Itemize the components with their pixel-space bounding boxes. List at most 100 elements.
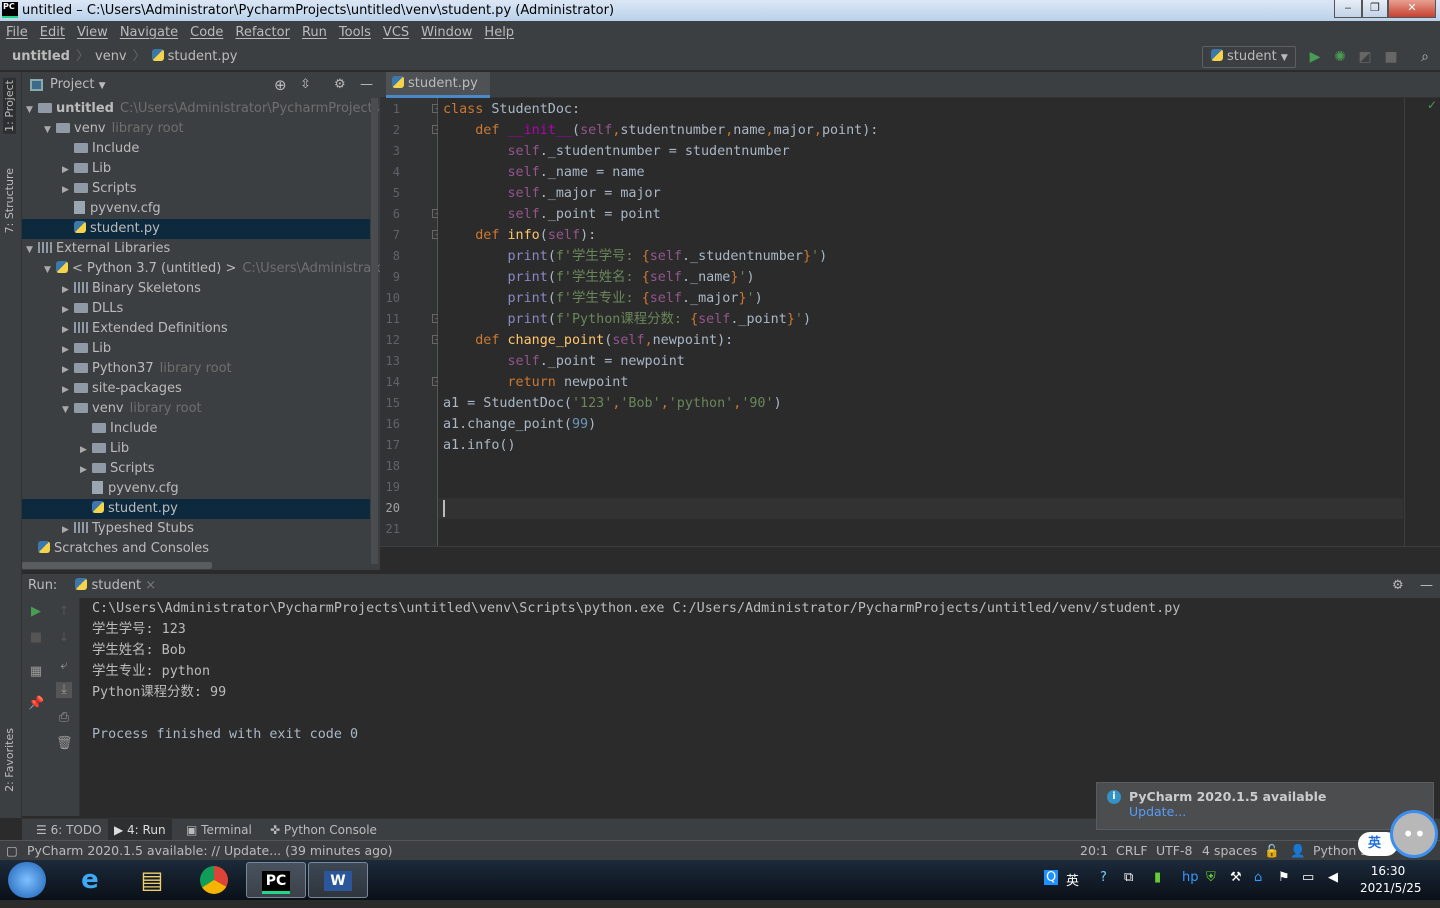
gear-icon[interactable]: ⚙ [334, 72, 346, 98]
chevron-right-icon[interactable]: ▶ [62, 180, 74, 200]
tree-item[interactable]: ▶ DLLs [22, 299, 370, 319]
tree-item[interactable]: pyvenv.cfg [22, 479, 370, 499]
menu-help[interactable]: Help [484, 25, 514, 40]
code-line[interactable]: print(f'学生专业: {self._major}') [443, 288, 763, 309]
menu-vcs[interactable]: VCS [383, 25, 409, 40]
window-icon[interactable]: ⧉ [1124, 870, 1133, 885]
qq-input-icon[interactable]: Q [1044, 870, 1059, 885]
horizontal-scrollbar[interactable] [22, 562, 212, 569]
tree-item[interactable]: student.py [22, 219, 370, 239]
todo-tab[interactable]: ☰ 6: TODO [30, 819, 108, 841]
close-tab-icon[interactable]: × [145, 578, 156, 593]
chevron-right-icon[interactable]: ▶ [62, 360, 74, 380]
code-line[interactable]: def __init__(self,studentnumber,name,maj… [443, 120, 878, 141]
start-button[interactable] [8, 862, 46, 898]
code-editor[interactable]: class StudentDoc: def __init__(self,stud… [438, 98, 1440, 546]
search-icon[interactable]: ⌕ [1416, 48, 1434, 66]
tree-item[interactable]: Include [22, 419, 370, 439]
menu-view[interactable]: View [77, 25, 108, 40]
menu-window[interactable]: Window [421, 25, 472, 40]
maximize-button[interactable]: ❐ [1362, 0, 1388, 18]
soft-wrap-icon[interactable]: ⤶ [56, 658, 72, 674]
chrome-taskbar-icon[interactable] [184, 862, 244, 898]
code-line[interactable]: a1.info() [443, 435, 516, 456]
vertical-scrollbar[interactable] [371, 98, 378, 564]
tree-item[interactable]: ▼ venv library root [22, 119, 370, 139]
tree-item[interactable]: ▶ Extended Definitions [22, 319, 370, 339]
tree-item[interactable]: ▼ External Libraries [22, 239, 370, 259]
code-line[interactable]: a1 = StudentDoc('123','Bob','python','90… [443, 393, 782, 414]
run-tab[interactable]: ▶ 4: Run [108, 819, 172, 841]
ie-taskbar-icon[interactable]: e [60, 862, 120, 898]
home-icon[interactable]: ⌂ [1254, 870, 1262, 885]
network-tool-icon[interactable]: ⚒ [1230, 870, 1242, 885]
trash-icon[interactable]: 🗑 [56, 736, 73, 752]
tree-item[interactable]: ▼ < Python 3.7 (untitled) > C:\Users\Admin… [22, 259, 380, 280]
tree-item[interactable]: Scratches and Consoles [22, 539, 370, 559]
rerun-icon[interactable]: ▶ [28, 604, 44, 620]
usb-icon[interactable]: ▮ [1154, 870, 1161, 885]
code-line[interactable]: return newpoint [443, 372, 629, 393]
chevron-down-icon[interactable]: ▼ [44, 260, 56, 280]
tree-item[interactable]: ▶ Python37 library root [22, 359, 370, 379]
code-line[interactable]: def info(self): [443, 225, 596, 246]
layout-icon[interactable]: ▦ [28, 664, 44, 680]
chevron-right-icon[interactable]: ▶ [62, 300, 74, 320]
volume-icon[interactable]: ◀ [1328, 870, 1338, 885]
collapse-all-icon[interactable]: ⇳ [300, 72, 311, 98]
structure-tool-tab[interactable]: 7: Structure [3, 168, 16, 233]
code-line[interactable]: print(f'学生学号: {self._studentnumber}') [443, 246, 828, 267]
hide-icon[interactable]: — [360, 72, 373, 98]
menu-navigate[interactable]: Navigate [120, 25, 178, 40]
status-toggle-icon[interactable]: ▢ [6, 841, 18, 860]
lock-icon[interactable]: 🔓 [1264, 841, 1280, 860]
tree-item[interactable]: Include [22, 139, 370, 159]
clock[interactable]: 16:30 2021/5/25 [1360, 863, 1422, 897]
gear-icon[interactable]: ⚙ [1392, 574, 1404, 598]
tree-item[interactable]: ▼ venv library root [22, 399, 370, 419]
pycharm-taskbar-icon[interactable]: PC [246, 862, 306, 898]
code-line[interactable]: self._point = newpoint [443, 351, 685, 372]
chevron-down-icon[interactable]: ▼ [26, 240, 38, 260]
pin-icon[interactable]: 📌 [28, 696, 44, 712]
tree-item[interactable]: ▶ Lib [22, 439, 370, 459]
stop-icon[interactable]: ■ [1382, 48, 1400, 66]
tree-item[interactable]: ▶ Lib [22, 339, 370, 359]
breadcrumb-venv[interactable]: venv [95, 49, 127, 64]
locate-icon[interactable]: ⊕ [274, 72, 287, 98]
chevron-right-icon[interactable]: ▶ [80, 460, 92, 480]
tree-item[interactable]: ▶ Binary Skeletons [22, 279, 370, 299]
chevron-down-icon[interactable]: ▼ [44, 120, 56, 140]
status-message[interactable]: PyCharm 2020.1.5 available: // Update...… [27, 841, 393, 860]
close-button[interactable]: ✕ [1388, 0, 1436, 18]
down-icon[interactable]: ↓ [56, 630, 72, 646]
breadcrumb-file[interactable]: student.py [168, 49, 238, 64]
action-center-flag-icon[interactable]: ⚑ [1278, 870, 1290, 885]
run-config-select[interactable]: student ▼ [1202, 46, 1296, 68]
code-line[interactable]: self._major = major [443, 183, 661, 204]
hide-icon[interactable]: — [1420, 574, 1433, 598]
run-tab-student[interactable]: student [91, 578, 141, 593]
chevron-down-icon[interactable]: ▼ [26, 100, 38, 120]
tree-item[interactable]: ▶ site-packages [22, 379, 370, 399]
explorer-taskbar-icon[interactable]: ▤ [122, 862, 182, 898]
terminal-tab[interactable]: ▣ Terminal [180, 819, 258, 841]
word-taskbar-icon[interactable]: W [308, 862, 368, 898]
up-icon[interactable]: ↑ [56, 604, 72, 620]
editor-scrollbar[interactable]: ✓ [1404, 98, 1440, 546]
tree-item[interactable]: ▶ Typeshed Stubs [22, 519, 370, 539]
breadcrumb-project[interactable]: untitled [12, 49, 70, 64]
print-icon[interactable]: ⎙ [56, 710, 72, 726]
tree-item[interactable]: pyvenv.cfg [22, 199, 370, 219]
menu-refactor[interactable]: Refactor [235, 25, 290, 40]
menu-tools[interactable]: Tools [339, 25, 371, 40]
menu-file[interactable]: File [6, 25, 28, 40]
tray-ime-indicator[interactable]: 英 [1066, 870, 1079, 889]
security-shield-icon[interactable]: ⛨ [1206, 870, 1216, 885]
ime-mascot-icon[interactable]: •• [1390, 810, 1438, 858]
tree-item[interactable]: student.py [22, 499, 370, 519]
minimize-button[interactable]: ‒ [1334, 0, 1362, 18]
project-tool-tab[interactable]: 1: Project [3, 78, 16, 134]
chevron-right-icon[interactable]: ▶ [62, 520, 74, 540]
line-separator[interactable]: CRLF [1116, 841, 1148, 860]
